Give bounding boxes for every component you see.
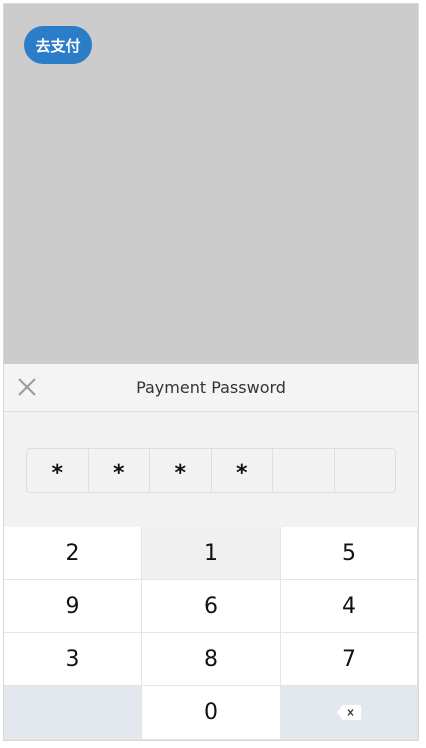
password-digit-1: * xyxy=(51,461,63,486)
password-digit-6 xyxy=(333,449,396,492)
key-1[interactable]: 1 xyxy=(142,527,281,580)
go-pay-button[interactable]: 去支付 xyxy=(24,26,92,64)
key-4[interactable]: 4 xyxy=(281,580,418,633)
key-8[interactable]: 8 xyxy=(142,633,281,686)
key-3[interactable]: 3 xyxy=(4,633,142,686)
key-blank xyxy=(4,686,142,740)
key-9[interactable]: 9 xyxy=(4,580,142,633)
app-frame: 去支付 Payment Password * * * * 2 1 5 9 6 4… xyxy=(3,3,419,741)
password-area: * * * * xyxy=(4,413,418,527)
delete-key[interactable] xyxy=(281,686,418,740)
key-5[interactable]: 5 xyxy=(281,527,418,580)
numeric-keypad: 2 1 5 9 6 4 3 8 7 0 xyxy=(4,527,418,740)
key-0[interactable]: 0 xyxy=(142,686,281,740)
dialog-title: Payment Password xyxy=(136,378,286,397)
password-digit-5 xyxy=(272,449,334,492)
password-input-boxes[interactable]: * * * * xyxy=(26,448,396,493)
dialog-header: Payment Password xyxy=(4,364,418,412)
key-7[interactable]: 7 xyxy=(281,633,418,686)
dim-overlay[interactable]: 去支付 xyxy=(4,4,418,364)
backspace-icon xyxy=(337,705,361,720)
key-6[interactable]: 6 xyxy=(142,580,281,633)
password-digit-3: * xyxy=(149,449,211,492)
password-digit-4: * xyxy=(210,449,273,492)
key-2[interactable]: 2 xyxy=(4,527,142,580)
password-digit-2: * xyxy=(87,449,150,492)
